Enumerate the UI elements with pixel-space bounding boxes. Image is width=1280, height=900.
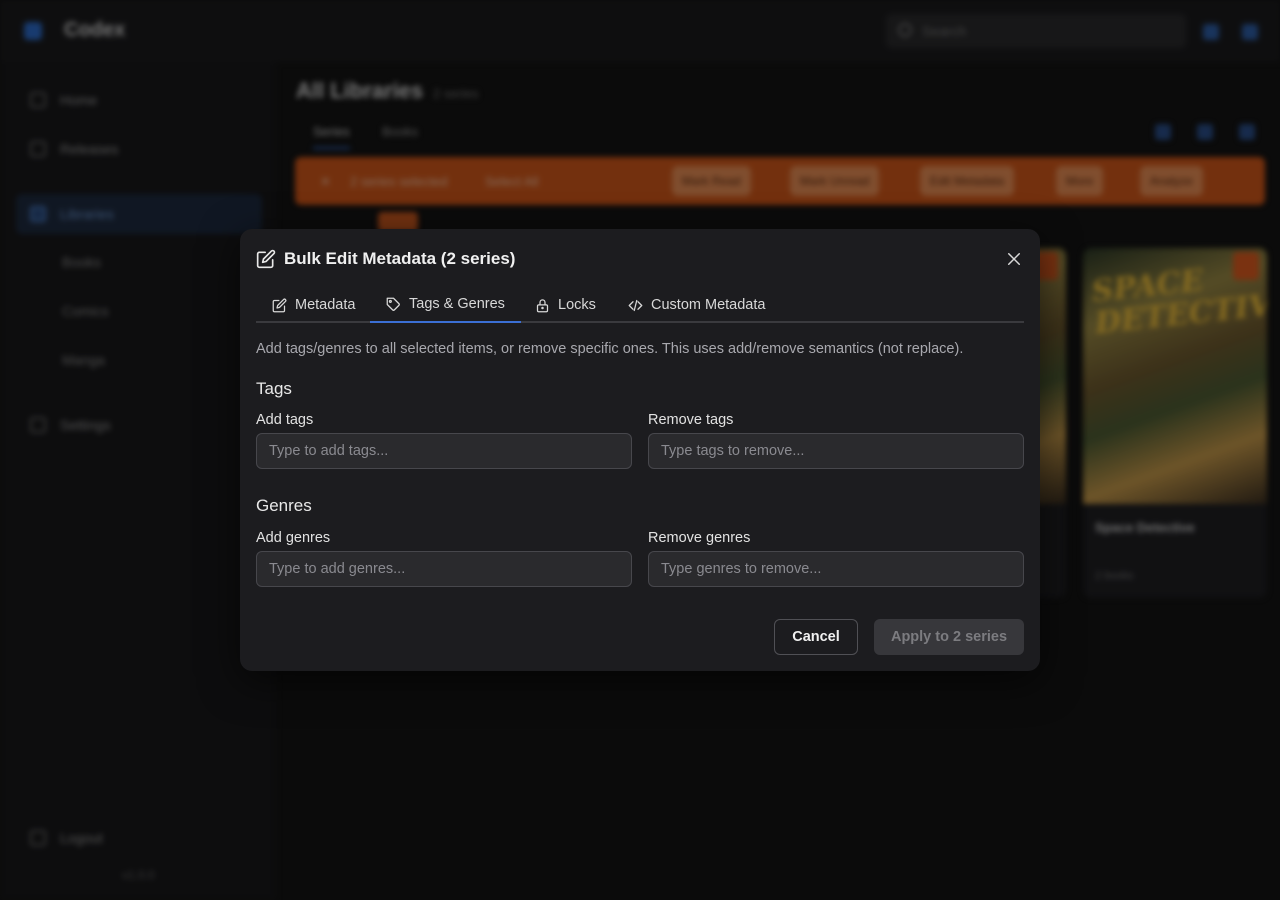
dialog-description: Add tags/genres to all selected items, o… (256, 341, 964, 357)
tab-tags-genres[interactable]: Tags & Genres (370, 287, 521, 323)
tags-section-title: Tags (256, 379, 292, 398)
tab-label: Locks (558, 297, 596, 313)
edit-icon (272, 298, 287, 312)
add-tags-input[interactable] (256, 433, 632, 469)
apply-button[interactable]: Apply to 2 series (874, 619, 1024, 655)
dialog-header: Bulk Edit Metadata (2 series) (256, 247, 515, 271)
tab-custom-metadata[interactable]: Custom Metadata (612, 287, 781, 323)
tab-metadata[interactable]: Metadata (256, 287, 371, 323)
close-icon (1008, 253, 1020, 265)
tag-icon (386, 297, 400, 311)
tab-label: Metadata (295, 297, 356, 313)
close-button[interactable] (1002, 247, 1026, 271)
lock-icon (536, 298, 549, 312)
dialog-tabs: Metadata Tags & Genres Locks Custom Meta… (256, 287, 1024, 323)
dialog-title: Bulk Edit Metadata (2 series) (284, 249, 516, 268)
remove-tags-label: Remove tags (648, 412, 734, 428)
cancel-button[interactable]: Cancel (774, 619, 858, 655)
code-icon (628, 299, 643, 311)
add-genres-label: Add genres (256, 530, 331, 546)
add-genres-input[interactable] (256, 551, 632, 587)
remove-genres-label: Remove genres (648, 530, 751, 546)
bulk-edit-dialog: Bulk Edit Metadata (2 series) Metadata T… (240, 229, 1040, 671)
genres-section-title: Genres (256, 496, 312, 515)
edit-icon (256, 249, 276, 269)
remove-genres-input[interactable] (648, 551, 1024, 587)
tab-label: Tags & Genres (409, 296, 505, 312)
remove-tags-input[interactable] (648, 433, 1024, 469)
tab-label: Custom Metadata (651, 297, 766, 313)
tab-locks[interactable]: Locks (519, 287, 612, 323)
add-tags-label: Add tags (256, 412, 314, 428)
